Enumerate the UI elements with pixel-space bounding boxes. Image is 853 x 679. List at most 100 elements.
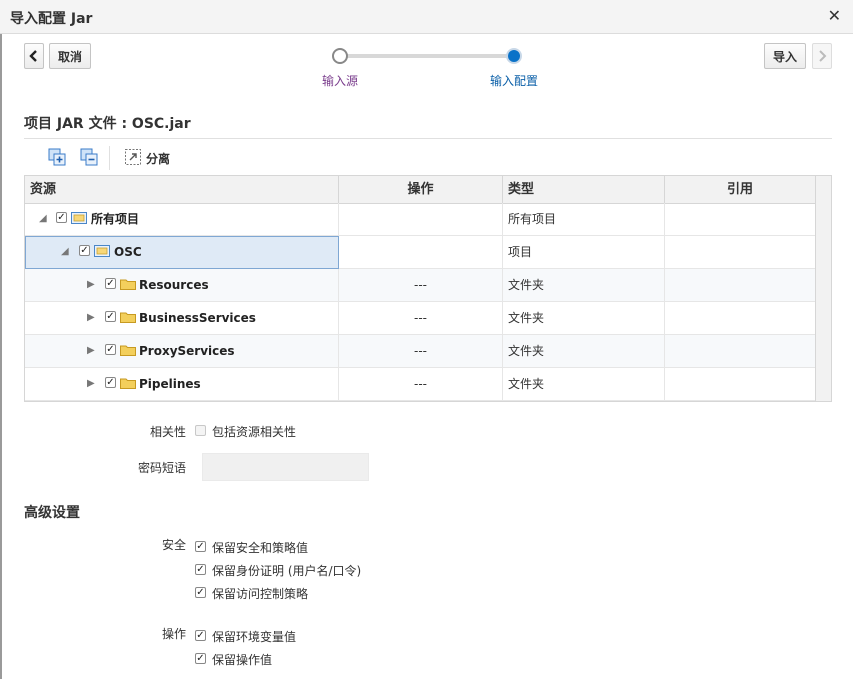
table-row[interactable]: ◢ ✓ OSC 项目 [25,236,815,269]
action-cell [339,236,503,268]
next-button[interactable] [812,43,832,69]
folder-icon [120,378,136,389]
keep-access-control-label[interactable]: 保留访问控制策略 [212,585,308,602]
type-cell: 文件夹 [503,335,665,367]
train-stop-config[interactable] [506,48,522,64]
advanced-settings-title: 高级设置 [24,505,80,521]
keep-env-values-label[interactable]: 保留环境变量值 [212,628,296,645]
keep-credentials-label[interactable]: 保留身份证明 (用户名/口令) [212,562,361,579]
column-header-resource[interactable]: 资源 [25,176,339,203]
operations-label: 操作 [161,627,186,641]
collapse-triangle-icon[interactable]: ◢ [39,203,47,235]
type-cell: 所有项目 [503,203,665,235]
table-row[interactable]: ◢ ✓ 所有项目 所有项目 [25,203,815,236]
folder-icon [120,345,136,356]
row-checkbox[interactable]: ✓ [105,344,116,355]
detach-label[interactable]: 分离 [146,150,170,167]
keep-security-policy-label[interactable]: 保留安全和策略值 [212,539,308,556]
action-cell: --- [339,368,503,400]
row-checkbox[interactable]: ✓ [79,245,90,256]
close-icon[interactable]: ✕ [828,6,841,25]
keep-operational-values-checkbox[interactable]: ✓ [195,653,206,664]
action-cell: --- [339,269,503,301]
resource-name: 所有项目 [91,212,140,226]
table-toolbar: 分离 [24,142,832,174]
resource-cell: ▶ ✓ BusinessServices [25,302,339,334]
action-cell: --- [339,335,503,367]
train-label-config: 输入配置 [490,74,539,88]
table-row[interactable]: ▶ ✓ BusinessServices --- 文件夹 [25,302,815,335]
action-cell: --- [339,302,503,334]
train-stop-source[interactable] [332,48,348,64]
project-folder-icon [94,245,110,257]
expand-triangle-icon[interactable]: ▶ [87,302,95,334]
chevron-left-icon [29,50,37,62]
type-cell: 文件夹 [503,302,665,334]
reference-cell [665,302,815,334]
dialog-titlebar: 导入配置 Jar ✕ [0,0,853,34]
chevron-right-icon [819,50,827,62]
row-checkbox[interactable]: ✓ [56,212,67,223]
folder-icon [120,312,136,323]
import-button[interactable]: 导入 [764,43,806,69]
reference-cell [665,236,815,268]
include-dependencies-checkbox[interactable] [195,425,206,436]
collapse-all-icon[interactable] [80,148,98,166]
resource-name: Pipelines [139,377,201,391]
table-scrollbar[interactable] [815,176,831,401]
reference-cell [665,368,815,400]
passphrase-input[interactable] [202,453,369,481]
section-title: 项目 JAR 文件 : OSC.jar [24,116,191,132]
dependency-label: 相关性 [149,425,186,439]
resource-table: 资源 操作 类型 引用 ◢ ✓ 所有项目 所有项目 ◢ ✓ OSC 项目 ▶ ✓… [24,175,832,402]
passphrase-label: 密码短语 [137,461,186,475]
table-row[interactable]: ▶ ✓ Pipelines --- 文件夹 [25,368,815,401]
back-button[interactable] [24,43,44,69]
row-checkbox[interactable]: ✓ [105,377,116,388]
reference-cell [665,269,815,301]
type-cell: 文件夹 [503,269,665,301]
table-row[interactable]: ▶ ✓ Resources --- 文件夹 [25,269,815,302]
resource-name: ProxyServices [139,344,235,358]
resource-cell: ▶ ✓ ProxyServices [25,335,339,367]
expand-triangle-icon[interactable]: ▶ [87,335,95,367]
resource-name: OSC [114,245,142,259]
cancel-button[interactable]: 取消 [49,43,91,69]
resource-cell: ◢ ✓ 所有项目 [25,203,339,235]
row-checkbox[interactable]: ✓ [105,311,116,322]
left-edge [0,34,2,679]
column-header-type[interactable]: 类型 [503,176,665,203]
resource-name: BusinessServices [139,311,256,325]
resource-cell: ▶ ✓ Resources [25,269,339,301]
collapse-triangle-icon[interactable]: ◢ [61,236,69,268]
security-label: 安全 [161,538,186,552]
detach-icon[interactable] [124,148,142,166]
table-header: 资源 操作 类型 引用 [25,176,815,204]
row-checkbox[interactable]: ✓ [105,278,116,289]
action-cell [339,203,503,235]
column-header-reference[interactable]: 引用 [665,176,815,203]
train-label-source[interactable]: 输入源 [322,72,358,89]
keep-credentials-checkbox[interactable]: ✓ [195,564,206,575]
toolbar-separator [109,146,110,170]
resource-cell: ▶ ✓ Pipelines [25,368,339,400]
type-cell: 项目 [503,236,665,268]
reference-cell [665,335,815,367]
include-dependencies-label[interactable]: 包括资源相关性 [212,423,296,440]
table-row[interactable]: ▶ ✓ ProxyServices --- 文件夹 [25,335,815,368]
type-cell: 文件夹 [503,368,665,400]
column-header-action[interactable]: 操作 [339,176,503,203]
keep-security-policy-checkbox[interactable]: ✓ [195,541,206,552]
keep-access-control-checkbox[interactable]: ✓ [195,587,206,598]
train-progress-line [340,54,514,58]
resource-cell: ◢ ✓ OSC [25,236,339,268]
folder-icon [120,279,136,290]
reference-cell [665,203,815,235]
expand-triangle-icon[interactable]: ▶ [87,368,95,400]
keep-operational-values-label[interactable]: 保留操作值 [212,651,272,668]
section-divider [24,138,832,139]
expand-all-icon[interactable] [48,148,66,166]
keep-env-values-checkbox[interactable]: ✓ [195,630,206,641]
expand-triangle-icon[interactable]: ▶ [87,269,95,301]
resource-name: Resources [139,278,209,292]
